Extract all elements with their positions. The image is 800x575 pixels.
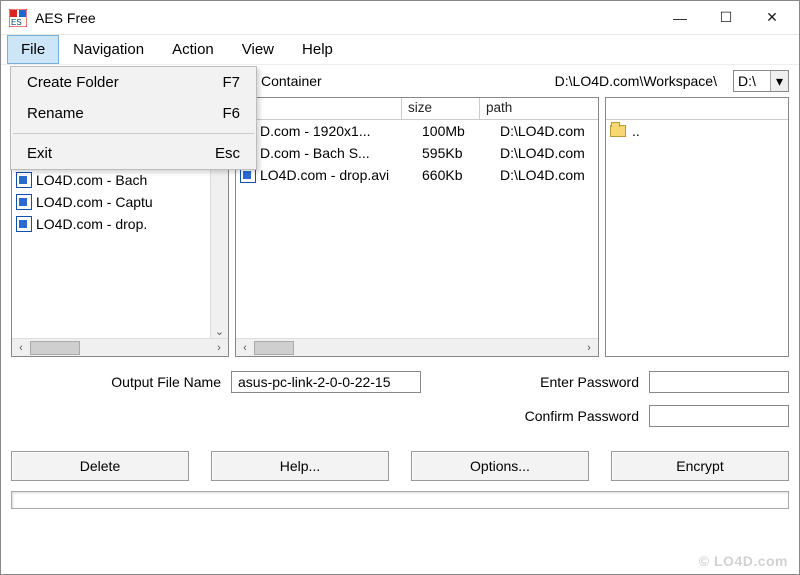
titlebar: ES AES Free — ☐ ✕ <box>1 1 799 35</box>
list-item[interactable]: LO4D.com - Bach <box>12 169 228 191</box>
menu-separator <box>13 133 254 134</box>
file-icon <box>16 172 32 188</box>
col-name[interactable] <box>236 98 402 119</box>
menu-action[interactable]: Action <box>158 35 228 64</box>
cell-name: D.com - 1920x1... <box>260 123 422 139</box>
folder-up[interactable]: .. <box>606 120 788 142</box>
file-menu-dropdown: Create Folder F7 Rename F6 Exit Esc <box>10 66 257 170</box>
menu-file[interactable]: File <box>7 35 59 64</box>
scrollbar-horizontal[interactable]: ‹ › <box>236 338 598 356</box>
table-row[interactable]: D.com - 1920x1... 100Mb D:\LO4D.com <box>236 120 598 142</box>
menu-navigation[interactable]: Navigation <box>59 35 158 64</box>
menu-help[interactable]: Help <box>288 35 347 64</box>
file-name: LO4D.com - Bach <box>36 172 147 188</box>
enter-password-input[interactable] <box>649 371 789 393</box>
chevron-down-icon: ⌄ <box>215 325 224 338</box>
folder-up-icon <box>610 125 626 137</box>
delete-button[interactable]: Delete <box>11 451 189 481</box>
right-file-list[interactable]: .. <box>606 120 788 356</box>
menu-item-label: Exit <box>27 145 215 162</box>
window-title: AES Free <box>35 10 96 26</box>
cell-path: D:\LO4D.com <box>500 145 594 161</box>
options-button[interactable]: Options... <box>411 451 589 481</box>
cell-name: LO4D.com - drop.avi <box>260 167 422 183</box>
scroll-thumb[interactable] <box>254 341 294 355</box>
chevron-right-icon: › <box>580 342 598 354</box>
menu-item-accel: F7 <box>222 74 240 91</box>
list-item[interactable]: LO4D.com - drop. <box>12 213 228 235</box>
container-path: D:\LO4D.com\Workspace\ <box>410 73 725 89</box>
cell-size: 595Kb <box>422 145 500 161</box>
column-headers <box>606 98 788 120</box>
maximize-button[interactable]: ☐ <box>703 1 749 34</box>
cell-path: D:\LO4D.com <box>500 167 594 183</box>
column-headers: size path <box>236 98 598 120</box>
form-area: Output File Name Enter Password Confirm … <box>1 357 799 445</box>
scroll-thumb[interactable] <box>30 341 80 355</box>
right-pane: .. <box>605 97 789 357</box>
enter-password-label: Enter Password <box>509 374 639 390</box>
file-icon <box>16 194 32 210</box>
progress-bar <box>11 491 789 509</box>
button-row: Delete Help... Options... Encrypt <box>1 445 799 489</box>
file-icon <box>16 216 32 232</box>
cell-size: 100Mb <box>422 123 500 139</box>
cell-size: 660Kb <box>422 167 500 183</box>
menu-view[interactable]: View <box>228 35 288 64</box>
middle-pane: size path D.com - 1920x1... 100Mb D:\LO4… <box>235 97 599 357</box>
menu-item-accel: F6 <box>222 105 240 122</box>
svg-text:ES: ES <box>11 18 22 27</box>
menu-exit[interactable]: Exit Esc <box>11 138 256 169</box>
col-size[interactable]: size <box>402 98 480 119</box>
chevron-left-icon: ‹ <box>236 342 254 354</box>
col-path[interactable]: path <box>480 98 598 119</box>
menu-create-folder[interactable]: Create Folder F7 <box>11 67 256 98</box>
menu-rename[interactable]: Rename F6 <box>11 98 256 129</box>
menu-item-label: Rename <box>27 105 222 122</box>
table-row[interactable]: D.com - Bach S... 595Kb D:\LO4D.com <box>236 142 598 164</box>
close-button[interactable]: ✕ <box>749 1 795 34</box>
encrypt-button[interactable]: Encrypt <box>611 451 789 481</box>
list-item[interactable]: LO4D.com - Captu <box>12 191 228 213</box>
drive-value: D:\ <box>738 73 756 89</box>
container-label: Container <box>261 73 402 89</box>
app-window: ES AES Free — ☐ ✕ File Navigation Action… <box>0 0 800 575</box>
menu-item-accel: Esc <box>215 145 240 162</box>
minimize-button[interactable]: — <box>657 1 703 34</box>
output-filename-label: Output File Name <box>11 374 221 390</box>
confirm-password-label: Confirm Password <box>509 408 639 424</box>
scrollbar-horizontal[interactable]: ‹ › <box>12 338 228 356</box>
file-name: LO4D.com - Captu <box>36 194 153 210</box>
middle-file-list[interactable]: D.com - 1920x1... 100Mb D:\LO4D.com D.co… <box>236 120 598 338</box>
help-button[interactable]: Help... <box>211 451 389 481</box>
chevron-right-icon: › <box>210 342 228 354</box>
chevron-left-icon: ‹ <box>12 342 30 354</box>
output-filename-input[interactable] <box>231 371 421 393</box>
chevron-down-icon: ▾ <box>770 71 788 91</box>
cell-path: D:\LO4D.com <box>500 123 594 139</box>
menu-item-label: Create Folder <box>27 74 222 91</box>
watermark: © LO4D.com <box>699 553 788 569</box>
menubar: File Navigation Action View Help <box>1 35 799 65</box>
cell-name: D.com - Bach S... <box>260 145 422 161</box>
app-icon: ES <box>9 9 27 27</box>
folder-up-label: .. <box>632 123 640 139</box>
table-row[interactable]: LO4D.com - drop.avi 660Kb D:\LO4D.com <box>236 164 598 186</box>
file-name: LO4D.com - drop. <box>36 216 147 232</box>
drive-select[interactable]: D:\ ▾ <box>733 70 789 92</box>
confirm-password-input[interactable] <box>649 405 789 427</box>
window-controls: — ☐ ✕ <box>657 1 795 34</box>
